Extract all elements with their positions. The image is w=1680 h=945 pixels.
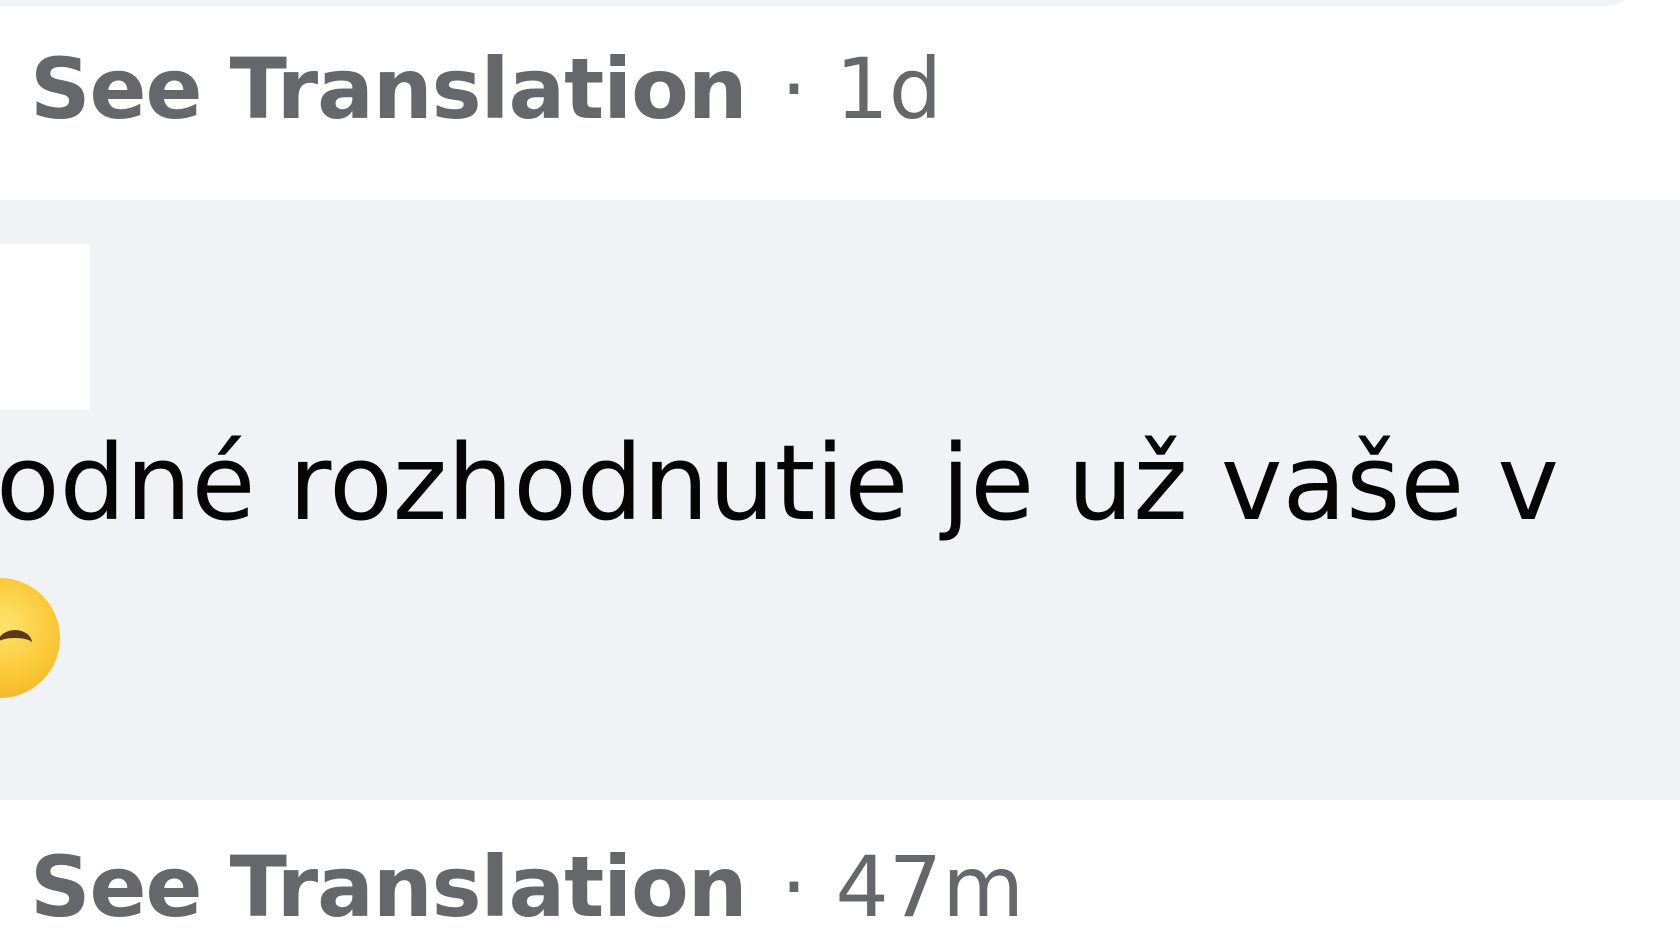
comment-bubble: odné rozhodnutie je už vaše v [0,200,1680,800]
separator-dot: · [780,838,808,936]
comments-thread: See Translation · 1d odné rozhodnutie je… [0,0,1680,945]
comment-timestamp[interactable]: 47m [835,832,1024,942]
commenter-name-area[interactable] [0,244,90,410]
comment-text: odné rozhodnutie je už vaše v [0,422,1559,544]
previous-comment-bubble [0,0,1640,6]
separator-dot: · [780,40,808,138]
comment-actions-row: See Translation · 47m [30,832,1024,942]
see-translation-link[interactable]: See Translation [30,34,748,144]
comment-actions-row: See Translation · 1d [30,34,942,144]
smiling-face-icon [0,578,60,698]
see-translation-link[interactable]: See Translation [30,832,748,942]
comment-timestamp[interactable]: 1d [835,34,942,144]
